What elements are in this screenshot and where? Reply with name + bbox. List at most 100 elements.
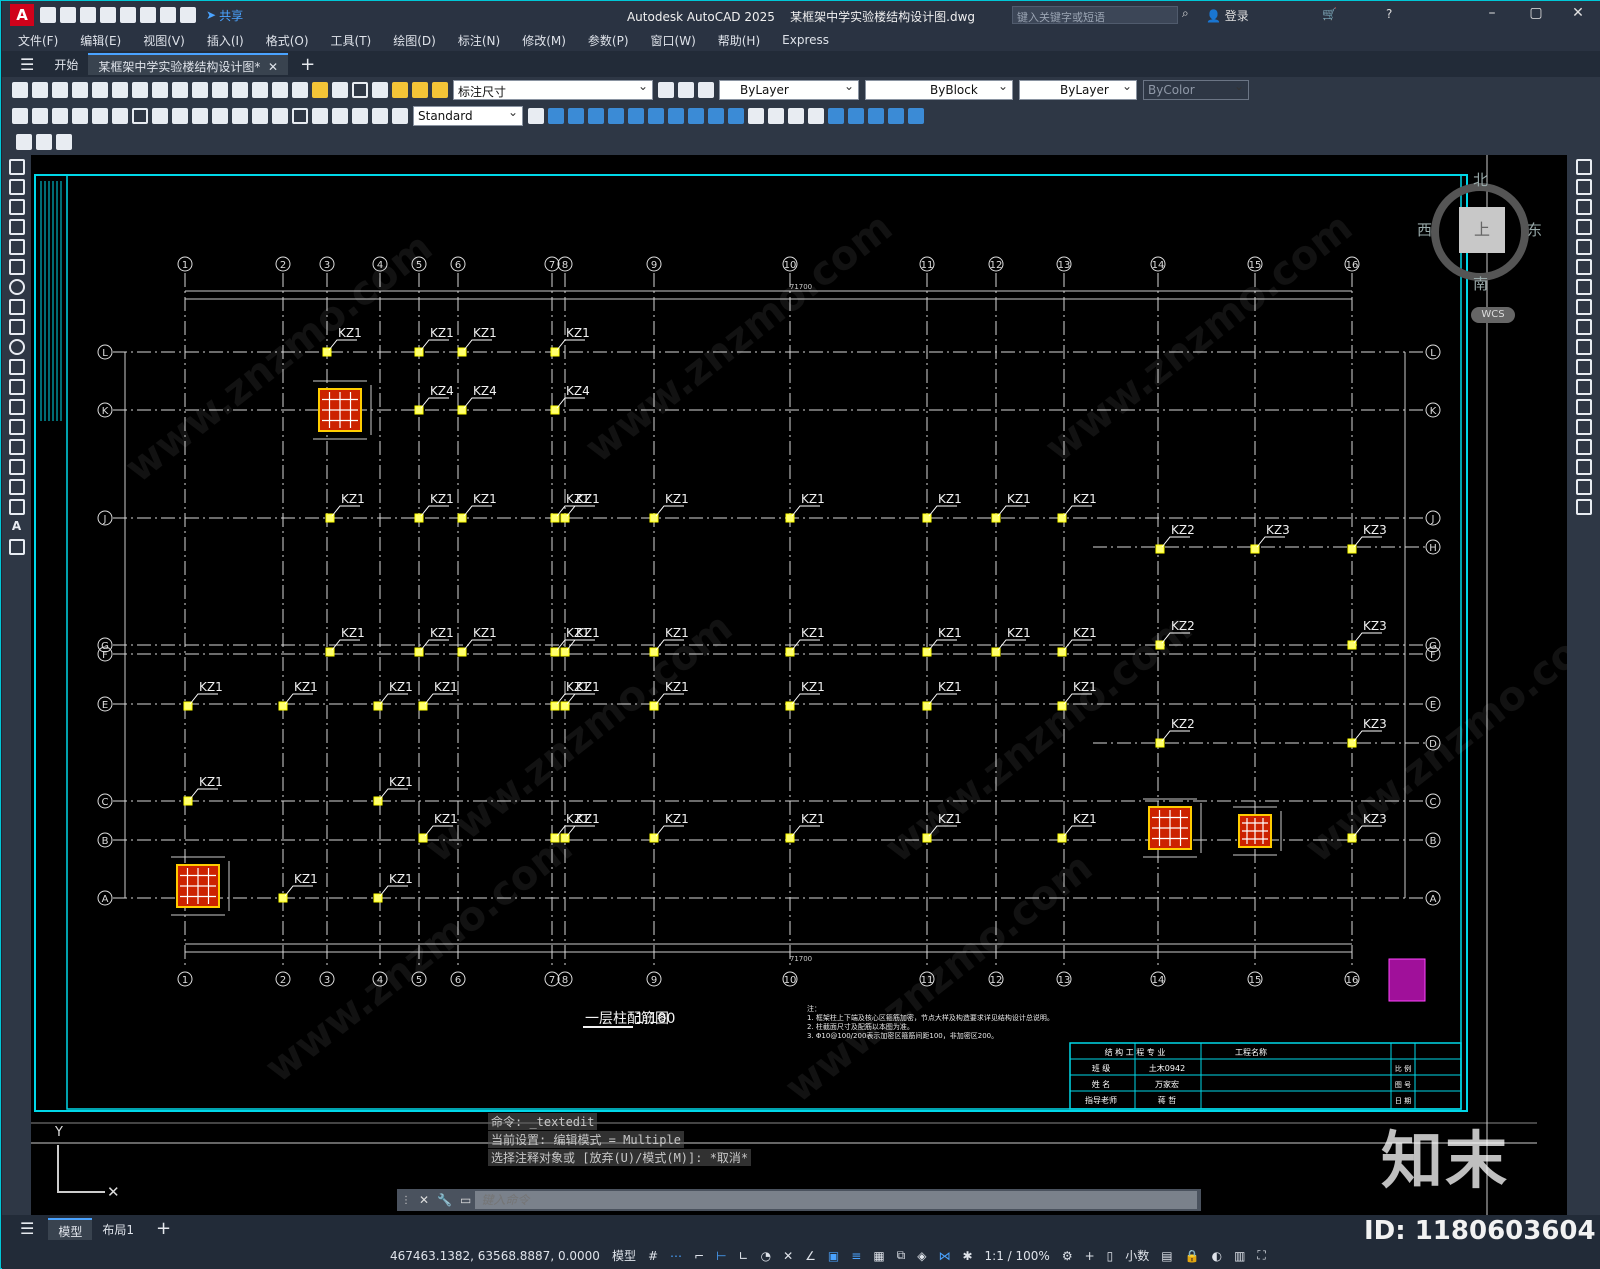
zoom-previous-icon[interactable] (232, 82, 248, 98)
dim-space-icon[interactable] (232, 108, 248, 124)
dim-style-icon[interactable] (528, 108, 544, 124)
pan-icon[interactable] (172, 82, 188, 98)
view-front-icon[interactable] (548, 108, 564, 124)
new-tab-button[interactable]: + (288, 54, 327, 75)
visual-style-hidden-icon[interactable] (788, 108, 804, 124)
continue-dim-icon[interactable] (212, 108, 228, 124)
scale-icon[interactable] (1575, 299, 1592, 315)
menu-modify[interactable]: 修改(M) (511, 32, 577, 49)
publish-icon[interactable] (112, 82, 128, 98)
menu-draw[interactable]: 绘图(D) (382, 32, 447, 49)
plotstyle-dropdown[interactable]: ByColor (1143, 79, 1249, 100)
dynamic-input-icon[interactable]: ⊢ (710, 1247, 732, 1265)
lineweight-dropdown[interactable]: ByLayer (1019, 79, 1137, 100)
quick-properties-icon[interactable]: ▤ (1155, 1247, 1178, 1265)
dim-edit-icon[interactable] (352, 108, 368, 124)
snap-icon[interactable]: ⋯ (664, 1247, 688, 1265)
baseline-dim-icon[interactable] (192, 108, 208, 124)
redo-toolbar-icon[interactable] (152, 82, 168, 98)
zoom-realtime-icon[interactable] (192, 82, 208, 98)
ortho-icon[interactable]: ∟ (733, 1247, 755, 1265)
tab-layout1[interactable]: 布局1 (92, 1218, 144, 1240)
gradient-icon[interactable] (8, 459, 25, 475)
calculator-icon[interactable] (332, 82, 348, 98)
layer-properties-icon[interactable] (372, 82, 388, 98)
clean-screen-icon[interactable]: ⛶ (1251, 1246, 1271, 1265)
workspace-gear-icon[interactable]: ⚙ (1056, 1247, 1079, 1265)
menu-view[interactable]: 视图(V) (132, 32, 196, 49)
wcs-button[interactable]: WCS (1471, 307, 1515, 323)
break-icon[interactable] (1575, 399, 1592, 415)
menu-tools[interactable]: 工具(T) (320, 32, 383, 49)
make-block-icon[interactable] (56, 134, 72, 150)
aligned-dim-icon[interactable] (32, 108, 48, 124)
view-right-icon[interactable] (608, 108, 624, 124)
jogged-dim-icon[interactable] (112, 108, 128, 124)
command-input[interactable] (475, 1191, 1197, 1209)
make-current-icon[interactable] (658, 82, 674, 98)
compass-south[interactable]: 南 (1473, 273, 1488, 294)
annotation-monitor-icon[interactable]: + (1079, 1247, 1101, 1265)
view-left-icon[interactable] (588, 108, 604, 124)
break-at-point-icon[interactable] (1575, 379, 1592, 395)
tab-start[interactable]: 开始 (44, 53, 88, 75)
hardware-acceleration-icon[interactable]: ▥ (1228, 1247, 1251, 1265)
layer-states-icon[interactable] (698, 82, 714, 98)
ucs-object-icon[interactable] (908, 108, 924, 124)
ordinate-dim-icon[interactable] (72, 108, 88, 124)
visual-style-2d-icon[interactable] (748, 108, 764, 124)
ucs-icon[interactable] (828, 108, 844, 124)
add-selected-icon[interactable] (8, 539, 25, 555)
search-icon[interactable]: ⌕ (1182, 6, 1189, 21)
insert-block-left-icon[interactable] (8, 379, 25, 395)
undo-toolbar-icon[interactable] (132, 82, 148, 98)
tab-model[interactable]: 模型 (48, 1217, 93, 1240)
hatch-icon[interactable] (8, 439, 25, 455)
quick-dim-icon[interactable] (172, 108, 188, 124)
cart-icon[interactable]: 🛒 (1322, 7, 1337, 21)
layer-previous-icon[interactable] (678, 82, 694, 98)
transparency-icon[interactable]: ▦ (867, 1247, 890, 1265)
view-back-icon[interactable] (568, 108, 584, 124)
linetype-dropdown[interactable]: ByBlock (865, 79, 1013, 100)
preview-icon[interactable] (92, 82, 108, 98)
extend-icon[interactable] (1575, 359, 1592, 375)
plot-icon[interactable] (120, 7, 136, 23)
print-icon[interactable] (140, 7, 156, 23)
region-icon[interactable] (8, 479, 25, 495)
object-snap-icon[interactable]: ▣ (822, 1247, 845, 1265)
menu-format[interactable]: 格式(O) (255, 32, 320, 49)
undo-icon[interactable] (160, 7, 176, 23)
dim-update-icon[interactable] (392, 108, 408, 124)
compass-east[interactable]: 东 (1527, 219, 1542, 240)
qnew-icon[interactable] (12, 82, 28, 98)
move-icon[interactable] (1575, 259, 1592, 275)
linear-dim-icon[interactable] (12, 108, 28, 124)
trim-icon[interactable] (1575, 339, 1592, 355)
block-editor-icon[interactable] (16, 134, 32, 150)
selection-cycling-icon[interactable]: ⧉ (891, 1246, 912, 1265)
inspection-icon[interactable] (312, 108, 328, 124)
table-icon[interactable] (8, 499, 25, 515)
login-button[interactable]: 👤 登录 (1206, 7, 1249, 24)
open-icon[interactable] (32, 82, 48, 98)
annotation-visibility-icon[interactable]: ⋈ (932, 1247, 956, 1265)
offset-icon[interactable] (1575, 219, 1592, 235)
viewcube[interactable]: 上 北 南 西 东 (1417, 169, 1542, 299)
units-icon[interactable]: ▯ (1101, 1247, 1120, 1265)
autocad-logo-icon[interactable]: A (10, 4, 34, 26)
help-toolbar-icon[interactable] (352, 82, 368, 98)
menu-edit[interactable]: 编辑(E) (69, 32, 132, 49)
insert-block-icon[interactable] (36, 134, 52, 150)
minimize-button[interactable]: – (1478, 5, 1506, 25)
isolate-objects-icon[interactable]: ◐ (1206, 1247, 1228, 1265)
maximize-button[interactable]: ▢ (1522, 5, 1550, 25)
share-icon[interactable]: ➤ (206, 8, 216, 22)
polygon-icon[interactable] (8, 219, 25, 235)
layout-menu-icon[interactable]: ☰ (2, 1219, 48, 1238)
tool-palettes-icon[interactable] (292, 82, 308, 98)
arc-length-icon[interactable] (52, 108, 68, 124)
close-button[interactable]: ✕ (1564, 5, 1592, 25)
chamfer-icon[interactable] (1575, 439, 1592, 455)
properties-icon[interactable] (252, 82, 268, 98)
